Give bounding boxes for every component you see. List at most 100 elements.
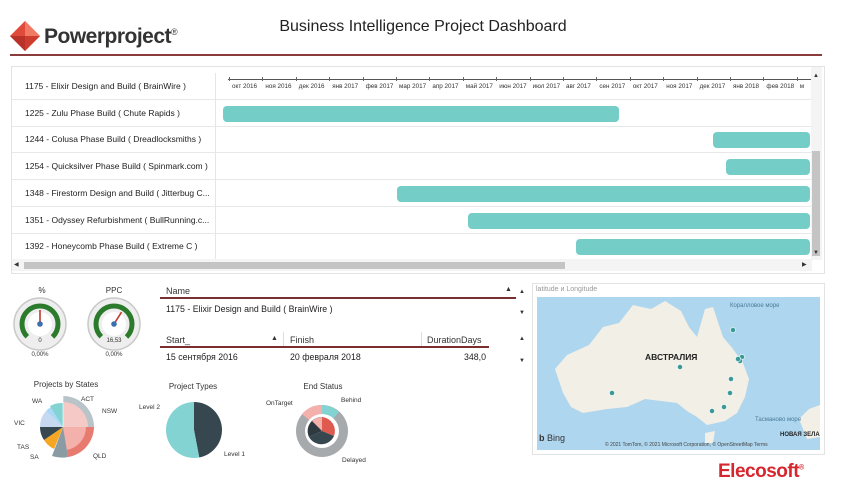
timeline-month-label: май 2017 [465, 83, 493, 90]
sort-indicator-icon[interactable]: ▲ [505, 286, 512, 293]
timeline-month-label: окт 2017 [632, 83, 658, 90]
timeline-tick [429, 77, 431, 81]
gauge-ppc-min: 0,00% [105, 352, 123, 358]
map-visual[interactable]: latitude и Longitude АВСТРАЛИЯ Кораллово… [532, 283, 825, 455]
name-header-underline [160, 297, 516, 299]
label-act: ACT [81, 396, 94, 403]
end-status-donut [296, 404, 348, 457]
map-copyright[interactable]: © 2021 TomTom, © 2021 Microsoft Corporat… [605, 442, 768, 448]
map-location-marker[interactable] [730, 327, 736, 333]
timeline-tick [329, 77, 331, 81]
map-location-marker[interactable] [727, 390, 733, 396]
timeline-month-label: дек 2017 [699, 83, 726, 90]
gantt-row[interactable]: 1254 - Quicksilver Phase Build ( Spinmar… [12, 153, 812, 181]
gantt-row-label: 1244 - Colusa Phase Build ( Dreadlocksmi… [25, 134, 202, 145]
timeline-tick [496, 77, 498, 81]
timeline-tick [229, 77, 230, 81]
timeline-tick [629, 77, 631, 81]
elecosoft-logo: Elecosoft® [718, 461, 804, 482]
gantt-row[interactable]: 1392 - Honeycomb Phase Build ( Extreme C… [12, 233, 812, 261]
gantt-task-bar[interactable] [576, 239, 810, 256]
start-column-header[interactable]: Start_ [166, 335, 190, 345]
timeline-month-label: авг 2017 [566, 83, 591, 90]
timeline-tick [730, 77, 731, 81]
timeline-month-label: янв 2017 [332, 83, 359, 90]
gantt-row-label: 1351 - Odyssey Refurbishment ( BullRunni… [25, 214, 210, 225]
gauge-title-percent: % [38, 286, 46, 295]
timeline-month-label: дек 2016 [298, 83, 325, 90]
header-divider [10, 54, 822, 56]
gantt-task-bar[interactable] [726, 159, 810, 176]
timeline-tick [763, 77, 765, 81]
label-level-1: Level 1 [224, 451, 245, 458]
gantt-row[interactable]: 1225 - Zulu Phase Build ( Chute Rapids ) [12, 99, 812, 127]
finish-cell[interactable]: 20 февраля 2018 [290, 352, 361, 362]
duration-cell[interactable]: 348,0 [426, 352, 486, 362]
start-sort-icon[interactable]: ▲ [271, 335, 278, 342]
timeline-tick [462, 77, 464, 81]
gantt-row[interactable]: 1244 - Colusa Phase Build ( Dreadlocksmi… [12, 126, 812, 154]
date-table-scroll-down-icon[interactable]: ▼ [519, 358, 525, 364]
timeline-tick [796, 77, 798, 81]
label-behind: Behind [341, 397, 362, 404]
col-divider-1 [283, 332, 284, 346]
duration-column-header[interactable]: DurationDays [427, 335, 482, 345]
name-cell[interactable]: 1175 - Elixir Design and Build ( BrainWi… [166, 304, 333, 314]
label-wa: WA [32, 398, 43, 405]
date-table-scroll-up-icon[interactable]: ▲ [519, 336, 525, 342]
sea-label-tasman: Тасманово море [755, 417, 802, 423]
scroll-left-arrow-icon[interactable]: ◀ [14, 261, 19, 268]
gantt-task-bar[interactable] [397, 185, 810, 202]
timeline-axis [228, 79, 812, 80]
timeline-tick [696, 77, 698, 81]
gantt-row-label: 1175 - Elixir Design and Build ( BrainWi… [25, 81, 186, 91]
map-location-marker[interactable] [728, 376, 734, 382]
gauge-ppc-value: 16,53 [106, 338, 122, 344]
gantt-column-separator [215, 153, 216, 180]
end-status-title: End Status [303, 382, 343, 391]
name-column-header[interactable]: Name [166, 286, 190, 296]
scroll-up-arrow-icon[interactable]: ▲ [813, 73, 819, 79]
timeline-month-label: июн 2017 [499, 83, 527, 90]
gantt-horizontal-scroll-thumb[interactable] [24, 262, 565, 269]
gantt-column-separator [215, 126, 216, 153]
new-zealand-label: НОВАЯ ЗЕЛА [780, 432, 820, 438]
name-table-scroll-down-icon[interactable]: ▼ [519, 310, 525, 316]
finish-column-header[interactable]: Finish [290, 335, 314, 345]
timeline-tick [295, 77, 297, 81]
project-types-pie [166, 402, 223, 458]
timeline-month-label: ноя 2017 [666, 83, 693, 90]
label-nsw: NSW [102, 408, 118, 415]
map-location-marker[interactable] [735, 356, 741, 362]
map-location-marker[interactable] [609, 390, 615, 396]
gantt-task-bar[interactable] [223, 105, 619, 122]
timeline-month-label: м [799, 83, 805, 90]
gantt-row[interactable]: 1348 - Firestorm Design and Build ( Jitt… [12, 179, 812, 207]
gantt-row[interactable]: 1351 - Odyssey Refurbishment ( BullRunni… [12, 206, 812, 234]
timeline-tick [396, 77, 397, 81]
gantt-row-label: 1225 - Zulu Phase Build ( Chute Rapids ) [25, 107, 180, 118]
map-location-marker[interactable] [721, 404, 727, 410]
project-types-title: Project Types [168, 382, 218, 391]
timeline-month-label: сен 2017 [599, 83, 626, 90]
timeline-month-label: окт 2016 [232, 83, 257, 90]
map-location-marker[interactable] [709, 408, 715, 414]
label-ontarget: OnTarget [266, 400, 293, 407]
gantt-vertical-scroll-thumb[interactable] [812, 151, 820, 256]
gantt-column-separator [215, 73, 216, 99]
gantt-task-bar[interactable] [712, 132, 810, 149]
scroll-right-arrow-icon[interactable]: ▶ [802, 261, 807, 268]
start-cell[interactable]: 15 сентября 2016 [166, 352, 238, 362]
map-location-marker[interactable] [677, 364, 683, 370]
name-table-scroll-up-icon[interactable]: ▲ [519, 289, 525, 295]
scroll-down-arrow-icon[interactable]: ▼ [813, 250, 819, 256]
page-title: Business Intelligence Project Dashboard [279, 18, 567, 35]
sea-label-coral: Коралловое море [730, 303, 780, 309]
gantt-task-bar[interactable] [468, 212, 810, 229]
timeline-tick [596, 77, 598, 81]
australia-map[interactable] [537, 297, 820, 450]
gantt-row-label: 1254 - Quicksilver Phase Build ( Spinmar… [25, 161, 208, 172]
label-vic: VIC [14, 420, 25, 427]
bing-logo-icon: b Bing [539, 433, 566, 443]
project-type-slice[interactable] [194, 402, 223, 458]
